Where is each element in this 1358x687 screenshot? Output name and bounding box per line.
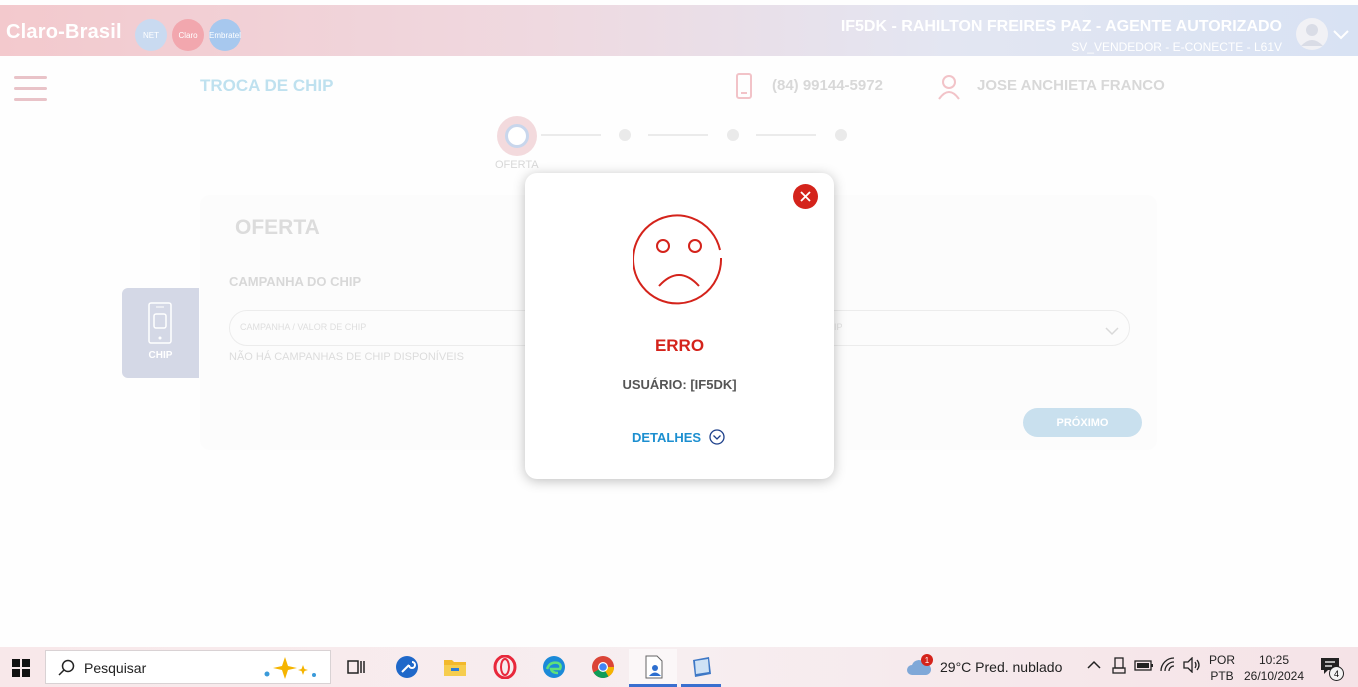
- step-label: OFERTA: [495, 159, 539, 171]
- next-button[interactable]: PRÓXIMO: [1023, 408, 1142, 437]
- agent-name: IF5DK - RAHILTON FREIRES PAZ - AGENTE AU…: [840, 18, 1282, 35]
- user-icon: [937, 74, 961, 104]
- step-connector: [648, 134, 708, 136]
- notification-count-badge: 4: [1329, 666, 1344, 681]
- net-brand-badge: NET: [135, 19, 167, 51]
- keyboard-layout: PTB: [1210, 669, 1234, 683]
- step-oferta-active: [497, 116, 537, 156]
- search-icon: [58, 659, 76, 681]
- agent-profile: SV_VENDEDOR - E-CONECTE - L61V: [1071, 40, 1282, 54]
- page-title: TROCA DE CHIP: [200, 76, 334, 95]
- no-campaigns-hint: NÃO HÁ CAMPANHAS DE CHIP DISPONÍVEIS: [229, 351, 464, 363]
- settings-tool-icon[interactable]: [394, 654, 420, 680]
- app-window: Claro-Brasil NET Claro Embratel IF5DK - …: [0, 0, 1358, 647]
- step-dot: [619, 129, 631, 141]
- volume-icon[interactable]: [1182, 656, 1202, 677]
- sim-chip-icon: [148, 302, 172, 344]
- chevron-down-icon: [1105, 321, 1119, 340]
- side-tab-label: CHIP: [148, 350, 173, 361]
- opera-browser-icon[interactable]: [492, 654, 518, 680]
- sparkle-icon: [259, 655, 321, 685]
- sad-face-icon: [632, 214, 725, 310]
- chevron-circle-down-icon: [709, 429, 725, 445]
- card-title: OFERTA: [235, 216, 320, 239]
- clock-time: 10:25: [1258, 653, 1290, 667]
- details-label: DETALHES: [632, 429, 702, 445]
- chevron-up-icon[interactable]: [1087, 657, 1101, 677]
- phone-icon: [735, 73, 753, 103]
- language-code: POR: [1209, 653, 1236, 667]
- user-document-app-icon[interactable]: [641, 654, 667, 680]
- error-user: USUÁRIO: [IF5DK]: [622, 377, 737, 392]
- embratel-brand-badge: Embratel: [209, 19, 241, 51]
- file-explorer-icon[interactable]: [442, 654, 468, 680]
- close-icon: [800, 191, 811, 202]
- chrome-browser-icon[interactable]: [590, 654, 616, 680]
- notes-app-icon[interactable]: [689, 654, 715, 680]
- search-placeholder: Pesquisar: [84, 660, 147, 676]
- claro-brand-badge: Claro: [172, 19, 204, 51]
- close-button[interactable]: [793, 184, 818, 209]
- weather-alert-badge: 1: [921, 654, 933, 666]
- customer-phone: (84) 99144-5972: [772, 77, 883, 94]
- claro-brasil-logo: Claro-Brasil: [6, 21, 122, 43]
- step-dot: [835, 129, 847, 141]
- task-view-icon[interactable]: [343, 654, 369, 680]
- battery-icon[interactable]: [1134, 657, 1154, 677]
- wifi-icon[interactable]: [1159, 657, 1177, 677]
- step-connector: [541, 134, 601, 136]
- taskbar-search-box[interactable]: Pesquisar: [45, 650, 331, 684]
- side-tab-chip[interactable]: CHIP: [122, 288, 199, 378]
- step-connector: [756, 134, 816, 136]
- top-header: Claro-Brasil NET Claro Embratel IF5DK - …: [0, 5, 1358, 56]
- details-toggle[interactable]: DETALHES: [632, 429, 725, 445]
- clock-date: 26/10/2024: [1243, 669, 1305, 683]
- windows-taskbar: Pesquisar 1 29°C Pred. nublado POR PTB 1…: [0, 647, 1358, 687]
- step-dot: [727, 129, 739, 141]
- campaign-field-label: CAMPANHA DO CHIP: [229, 274, 362, 289]
- customer-name: JOSE ANCHIETA FRANCO: [977, 77, 1165, 94]
- windows-start-icon[interactable]: [12, 659, 30, 681]
- system-clock[interactable]: 10:25 26/10/2024: [1243, 652, 1305, 684]
- error-title: ERRO: [654, 336, 705, 355]
- chevron-down-icon[interactable]: [1332, 26, 1350, 45]
- usb-device-icon[interactable]: [1112, 657, 1126, 679]
- edge-browser-icon[interactable]: [541, 654, 567, 680]
- user-avatar[interactable]: [1296, 18, 1328, 50]
- menu-icon[interactable]: [14, 76, 47, 102]
- input-language[interactable]: POR PTB: [1209, 652, 1235, 684]
- weather-text[interactable]: 29°C Pred. nublado: [940, 659, 1062, 675]
- campaign-select-placeholder: CAMPANHA / VALOR DE CHIP: [240, 322, 367, 332]
